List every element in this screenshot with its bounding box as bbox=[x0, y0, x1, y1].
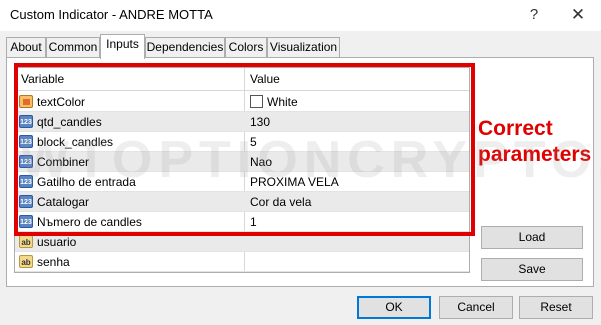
tab-visualization[interactable]: Visualization bbox=[267, 37, 340, 58]
ok-button[interactable]: OK bbox=[357, 296, 431, 319]
tab-inputs[interactable]: Inputs bbox=[100, 34, 145, 59]
annotation-text: Correct parameters bbox=[478, 116, 598, 168]
save-button[interactable]: Save bbox=[481, 258, 583, 281]
tab-colors[interactable]: Colors bbox=[225, 37, 267, 58]
tab-common[interactable]: Common bbox=[46, 37, 100, 58]
load-button[interactable]: Load bbox=[481, 226, 583, 249]
window-title: Custom Indicator - ANDRE MOTTA bbox=[10, 7, 213, 22]
help-button[interactable]: ? bbox=[516, 2, 552, 28]
cancel-button[interactable]: Cancel bbox=[439, 296, 513, 319]
annotation-line-2: parameters bbox=[478, 143, 592, 166]
highlight-box bbox=[14, 63, 475, 236]
close-button[interactable]: ✕ bbox=[560, 2, 596, 28]
tab-about[interactable]: About bbox=[6, 37, 46, 58]
reset-button[interactable]: Reset bbox=[519, 296, 593, 319]
input-name: senha bbox=[37, 255, 70, 269]
string-icon: ab bbox=[19, 235, 33, 248]
annotation-line-1: Correct bbox=[478, 117, 553, 140]
title-bar: Custom Indicator - ANDRE MOTTA ? ✕ bbox=[0, 0, 601, 31]
tab-dependencies[interactable]: Dependencies bbox=[145, 37, 225, 58]
input-row-senha[interactable]: ab senha bbox=[15, 252, 469, 272]
string-icon: ab bbox=[19, 255, 33, 268]
